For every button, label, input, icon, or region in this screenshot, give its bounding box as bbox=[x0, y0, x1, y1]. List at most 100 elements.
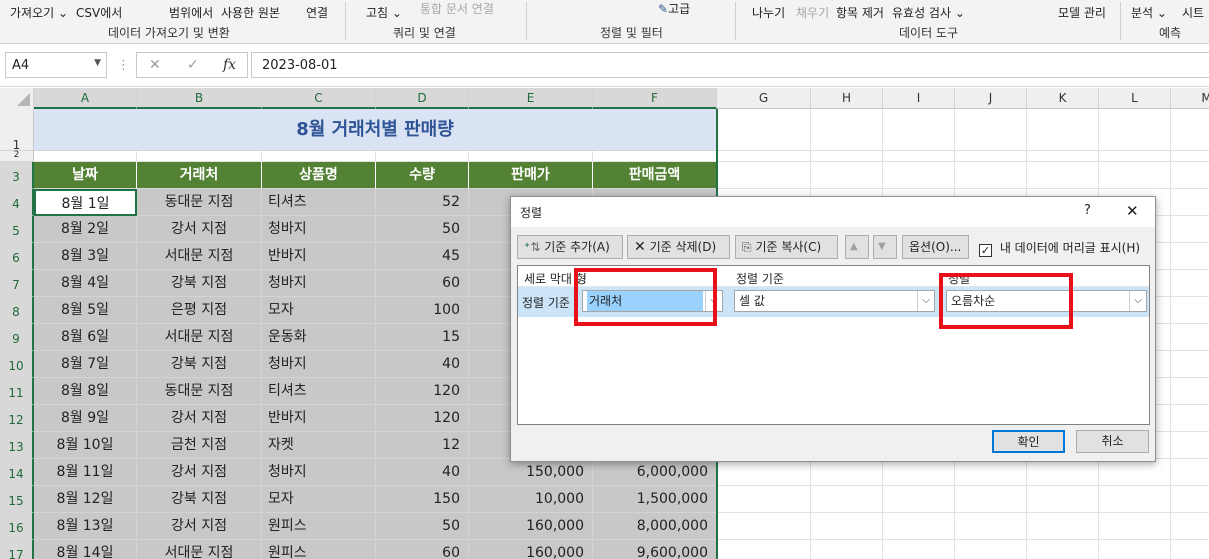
cell[interactable] bbox=[1171, 540, 1209, 559]
table-cell[interactable]: 50 bbox=[376, 216, 469, 243]
column-header-b[interactable]: B bbox=[137, 88, 262, 109]
cell[interactable] bbox=[1171, 189, 1209, 216]
table-cell[interactable]: 청바지 bbox=[262, 351, 376, 378]
table-cell[interactable]: 서대문 지점 bbox=[137, 324, 262, 351]
row-header-12[interactable]: 12 bbox=[0, 405, 34, 432]
chevron-down-icon[interactable]: ⌵ bbox=[917, 291, 934, 311]
table-cell[interactable]: 50 bbox=[376, 513, 469, 540]
cell[interactable] bbox=[811, 513, 883, 540]
headers-checkbox-row[interactable]: ✓ 내 데이터에 머리글 표시(H) bbox=[979, 239, 1140, 257]
flash-fill-button[interactable]: 채우기 bbox=[796, 4, 829, 21]
table-cell[interactable]: 모자 bbox=[262, 297, 376, 324]
cell[interactable] bbox=[34, 151, 137, 162]
refresh-all-button[interactable]: 고침 ⌄ bbox=[366, 4, 402, 21]
table-cell[interactable]: 160,000 bbox=[469, 540, 593, 559]
row-header-8[interactable]: 8 bbox=[0, 297, 34, 324]
close-icon[interactable]: ✕ bbox=[1126, 202, 1139, 220]
table-cell[interactable]: 은평 지점 bbox=[137, 297, 262, 324]
row-header-5[interactable]: 5 bbox=[0, 216, 34, 243]
table-cell[interactable]: 40 bbox=[376, 351, 469, 378]
row-header-4[interactable]: 4 bbox=[0, 189, 34, 216]
cell[interactable] bbox=[1099, 459, 1171, 486]
table-cell[interactable]: 60 bbox=[376, 270, 469, 297]
table-cell[interactable]: 강북 지점 bbox=[137, 270, 262, 297]
column-header-i[interactable]: I bbox=[883, 88, 955, 109]
table-cell[interactable]: 청바지 bbox=[262, 459, 376, 486]
cell[interactable] bbox=[955, 486, 1027, 513]
cell[interactable] bbox=[883, 486, 955, 513]
cell[interactable] bbox=[883, 540, 955, 559]
table-cell[interactable]: 동대문 지점 bbox=[137, 378, 262, 405]
table-cell[interactable]: 8월 8일 bbox=[34, 378, 137, 405]
table-cell[interactable]: 서대문 지점 bbox=[137, 243, 262, 270]
cell[interactable] bbox=[1027, 513, 1099, 540]
cell[interactable] bbox=[883, 162, 955, 189]
row-header-11[interactable]: 11 bbox=[0, 378, 34, 405]
table-cell[interactable]: 청바지 bbox=[262, 216, 376, 243]
what-if-analysis-button[interactable]: 분석 ⌄ bbox=[1131, 4, 1167, 21]
cell[interactable] bbox=[262, 151, 376, 162]
row-header-2[interactable]: 2 bbox=[0, 151, 34, 162]
cell[interactable] bbox=[1171, 378, 1209, 405]
remove-duplicates-button[interactable]: 항목 제거 bbox=[836, 4, 884, 21]
delete-level-button[interactable]: ✕ 기준 삭제(D) bbox=[627, 235, 730, 259]
cell[interactable] bbox=[1171, 324, 1209, 351]
active-cell[interactable]: 8월 1일 bbox=[34, 189, 137, 216]
column-header-g[interactable]: G bbox=[717, 88, 811, 109]
cell[interactable] bbox=[717, 459, 811, 486]
data-validation-button[interactable]: 유효성 검사 ⌄ bbox=[892, 4, 965, 21]
table-cell[interactable]: 12 bbox=[376, 432, 469, 459]
table-cell[interactable]: 동대문 지점 bbox=[137, 189, 262, 216]
table-cell[interactable]: 150 bbox=[376, 486, 469, 513]
cell[interactable] bbox=[1027, 151, 1099, 162]
table-cell[interactable]: 청바지 bbox=[262, 270, 376, 297]
cell[interactable] bbox=[811, 459, 883, 486]
table-cell[interactable]: 강서 지점 bbox=[137, 216, 262, 243]
cell[interactable] bbox=[1099, 109, 1171, 151]
cell[interactable] bbox=[955, 540, 1027, 559]
row-header-14[interactable]: 14 bbox=[0, 459, 34, 486]
table-cell[interactable]: 티셔츠 bbox=[262, 189, 376, 216]
table-cell[interactable]: 강서 지점 bbox=[137, 459, 262, 486]
cell[interactable] bbox=[1099, 151, 1171, 162]
table-cell[interactable]: 120 bbox=[376, 378, 469, 405]
cell[interactable] bbox=[717, 151, 811, 162]
table-header-cell[interactable]: 거래처 bbox=[137, 162, 262, 189]
cell[interactable] bbox=[1099, 162, 1171, 189]
connections-button[interactable]: 연결 bbox=[306, 4, 328, 21]
enter-icon[interactable]: ✓ bbox=[187, 57, 199, 73]
table-cell[interactable]: 8월 14일 bbox=[34, 540, 137, 559]
table-cell[interactable]: 원피스 bbox=[262, 513, 376, 540]
table-cell[interactable]: 강북 지점 bbox=[137, 351, 262, 378]
column-header-m[interactable]: M bbox=[1171, 88, 1209, 109]
row-header-3[interactable]: 3 bbox=[0, 162, 34, 189]
formula-input[interactable]: 2023-08-01 bbox=[251, 52, 1209, 78]
row-header-13[interactable]: 13 bbox=[0, 432, 34, 459]
table-cell[interactable]: 8월 4일 bbox=[34, 270, 137, 297]
column-header-k[interactable]: K bbox=[1027, 88, 1099, 109]
table-cell[interactable]: 8월 10일 bbox=[34, 432, 137, 459]
table-cell[interactable]: 강서 지점 bbox=[137, 405, 262, 432]
cell[interactable] bbox=[955, 162, 1027, 189]
cell[interactable] bbox=[1099, 513, 1171, 540]
advanced-filter-button[interactable]: ✎고급 bbox=[658, 0, 690, 17]
cell[interactable] bbox=[1171, 162, 1209, 189]
cell[interactable] bbox=[1027, 459, 1099, 486]
cell[interactable] bbox=[1171, 405, 1209, 432]
cell[interactable] bbox=[883, 151, 955, 162]
table-cell[interactable]: 100 bbox=[376, 297, 469, 324]
table-cell[interactable]: 8월 9일 bbox=[34, 405, 137, 432]
copy-level-button[interactable]: ⎘ 기준 복사(C) bbox=[735, 235, 838, 259]
workbook-links-button[interactable]: 통합 문서 연결 bbox=[420, 0, 494, 17]
move-down-button[interactable]: ▼ bbox=[873, 235, 897, 259]
cell[interactable] bbox=[717, 109, 811, 151]
table-cell[interactable]: 8,000,000 bbox=[593, 513, 717, 540]
cell[interactable] bbox=[1171, 270, 1209, 297]
cell[interactable] bbox=[811, 162, 883, 189]
table-cell[interactable]: 45 bbox=[376, 243, 469, 270]
cell[interactable] bbox=[1171, 432, 1209, 459]
column-header-h[interactable]: H bbox=[811, 88, 883, 109]
recent-sources-button[interactable]: 사용한 원본 bbox=[221, 4, 280, 21]
name-box[interactable]: A4 ▼ bbox=[5, 52, 107, 78]
table-cell[interactable]: 서대문 지점 bbox=[137, 540, 262, 559]
